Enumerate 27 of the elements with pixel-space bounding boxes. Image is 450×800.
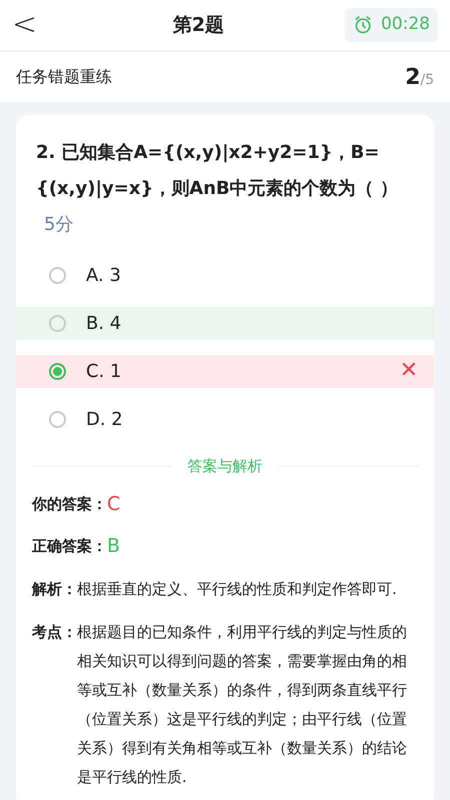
answer-value: C bbox=[107, 492, 120, 516]
option-label: D. 2 bbox=[86, 408, 124, 432]
answer-value: B bbox=[107, 534, 120, 559]
section-title: 答案与解析 bbox=[188, 456, 262, 477]
wrong-mark: ✕ bbox=[400, 360, 418, 382]
radio-button[interactable] bbox=[49, 410, 66, 428]
answer-label: 你的答案： bbox=[32, 494, 107, 514]
note-label: 解析： bbox=[32, 578, 77, 600]
note-text: 根据题目的已知条件，利用平行线的判定与性质的相关知识可以得到问题的答案，需要掌握由角的相等或互补（数量关系）的条件，得到两条直线平行（位置关系）这是平行线的判定；由平行线（位置关系）得到有关角相等或互补（数量关系）的结论是平行线的性质. bbox=[77, 622, 408, 788]
option-label: B. 4 bbox=[86, 312, 122, 336]
note-label: 考点： bbox=[32, 622, 77, 642]
answer-label: 正确答案： bbox=[32, 536, 107, 557]
back-button[interactable]: < bbox=[12, 10, 52, 40]
answer-option[interactable]: B. 4 bbox=[16, 306, 434, 340]
radio-button[interactable] bbox=[49, 314, 66, 332]
question-text: 2. 已知集合A={(x,y)|x2+y2=1}，B={(x,y)|y=x}，则AnB中元素的个数为（ ） 5分 bbox=[35, 141, 399, 237]
answer-option[interactable]: C. 1 ✕ bbox=[16, 354, 434, 388]
radio-button[interactable] bbox=[49, 266, 66, 284]
note-text: 根据垂直的定义、平行线的性质和判定作答即可. bbox=[77, 578, 398, 600]
option-label: A. 3 bbox=[86, 264, 122, 288]
option-label: C. 1 bbox=[86, 360, 122, 384]
timer-text: 00:28 bbox=[380, 13, 430, 36]
progress-count: 2/5 bbox=[405, 64, 434, 92]
page-title: 第2题 bbox=[172, 12, 224, 38]
radio-button[interactable] bbox=[49, 362, 66, 380]
alarm-clock-icon bbox=[352, 15, 373, 35]
task-title: 任务错题重练 bbox=[16, 66, 112, 88]
